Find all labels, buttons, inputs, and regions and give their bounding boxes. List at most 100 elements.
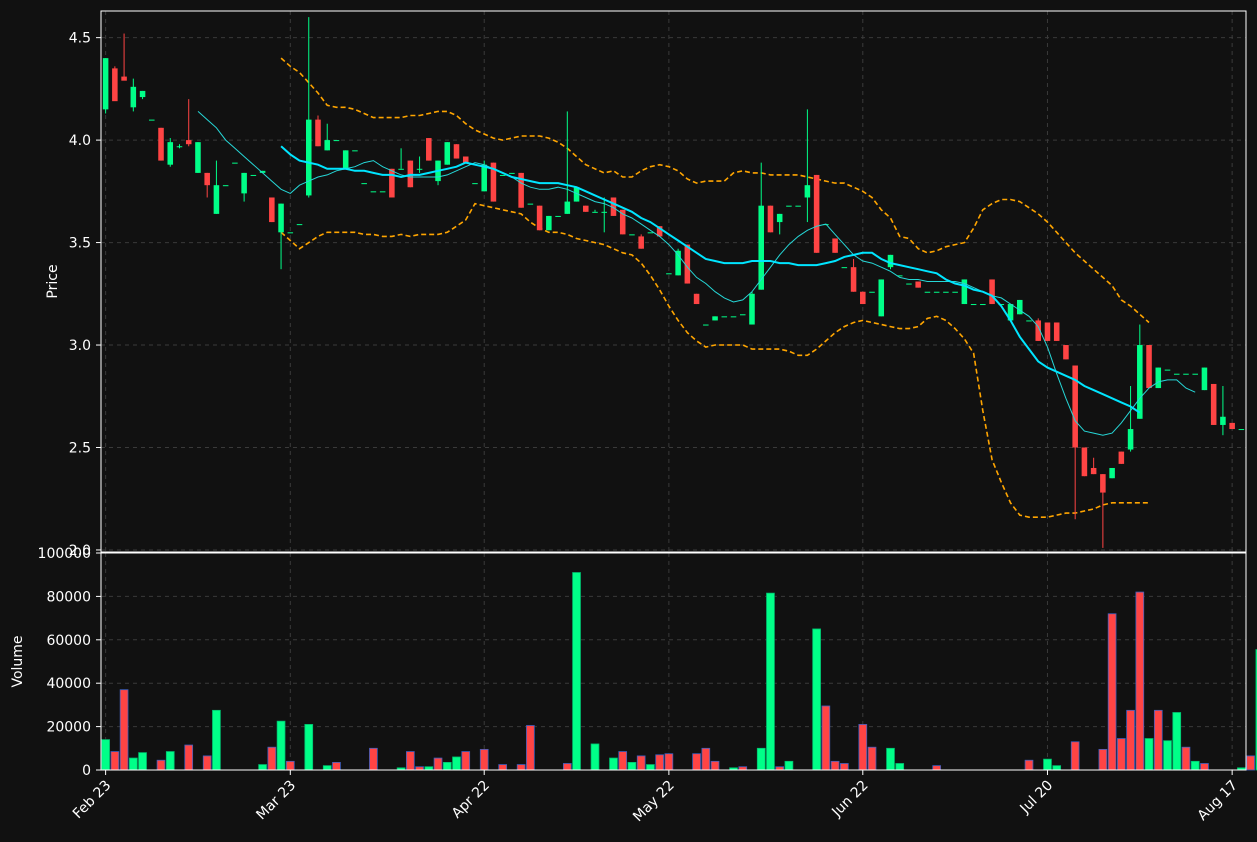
volume-bar: [128, 757, 138, 771]
volume-bar: [1043, 758, 1052, 771]
volume-bar: [886, 747, 895, 771]
volume-bar: [840, 763, 849, 771]
volume-bar: [636, 755, 646, 771]
volume-y-tick-label: 100000: [38, 546, 91, 562]
candle-body: [379, 191, 386, 193]
candle: [730, 316, 737, 318]
candle-body: [250, 174, 257, 176]
candle: [1155, 367, 1162, 389]
candle: [1081, 447, 1088, 477]
volume-bar: [1117, 738, 1126, 771]
candle: [315, 115, 321, 147]
candle-body: [933, 291, 940, 293]
candle-body: [1017, 299, 1023, 315]
candle: [1053, 322, 1060, 341]
candle: [1238, 429, 1245, 431]
candle: [703, 324, 709, 326]
candle: [980, 304, 986, 306]
volume-bar: [1172, 712, 1182, 771]
candle-body: [195, 142, 201, 173]
volume-bar: [498, 764, 507, 771]
volume-bar: [1126, 709, 1135, 771]
candle: [813, 174, 820, 253]
candle: [444, 142, 451, 165]
candle: [943, 291, 949, 293]
candle: [112, 66, 118, 102]
candle-body: [158, 127, 164, 161]
candle: [795, 205, 801, 207]
candle: [1146, 345, 1152, 389]
volume-bar: [267, 746, 277, 771]
volume-bar: [1052, 765, 1062, 771]
volume-bar: [516, 764, 526, 771]
candle: [379, 191, 386, 193]
candle: [1201, 367, 1208, 391]
candle-body: [730, 316, 737, 318]
volume-bar: [304, 724, 314, 771]
candle-body: [860, 291, 866, 305]
candle-body: [592, 211, 598, 213]
candle-body: [398, 168, 404, 170]
candle-body: [693, 293, 700, 305]
candle-body: [241, 172, 247, 194]
candle-body: [1201, 367, 1208, 391]
candle-body: [1220, 416, 1226, 425]
price-y-tick-label: 3.5: [69, 236, 91, 252]
candle-body: [980, 304, 986, 306]
candle: [389, 168, 395, 198]
candle-body: [832, 238, 838, 253]
candle-body: [444, 142, 451, 165]
candle: [352, 150, 358, 152]
candle-body: [1053, 322, 1060, 341]
candle-body: [813, 174, 820, 253]
volume-bar: [821, 705, 831, 771]
volume-bar: [627, 762, 637, 771]
candle: [555, 215, 561, 217]
volume-bar: [332, 762, 341, 771]
candle-body: [1072, 365, 1078, 448]
candle: [583, 205, 589, 212]
volume-bar: [1181, 746, 1191, 771]
candle-body: [232, 162, 238, 164]
candle-body: [315, 119, 321, 147]
candle-body: [102, 58, 109, 110]
volume-bar: [479, 748, 489, 771]
volume-bar: [1163, 740, 1172, 771]
candle: [841, 267, 848, 269]
volume-bar: [692, 753, 701, 771]
candle: [647, 232, 654, 234]
volume-bar: [830, 760, 840, 771]
candle-body: [970, 304, 977, 306]
volume-bar: [701, 747, 711, 771]
candle-body: [638, 236, 644, 249]
candle-body: [1137, 345, 1143, 419]
volume-bar: [784, 760, 794, 771]
candle-body: [869, 291, 875, 293]
candle: [195, 142, 201, 173]
candle-body: [943, 291, 949, 293]
candle-body: [1081, 447, 1088, 477]
candle-body: [906, 283, 912, 285]
candle: [158, 127, 164, 161]
volume-bar: [609, 757, 618, 771]
candle-body: [739, 314, 746, 316]
volume-bar: [138, 752, 147, 771]
volume-y-tick-label: 0: [82, 763, 91, 779]
candle: [712, 316, 718, 321]
candle-body: [1026, 320, 1032, 322]
volume-bar: [646, 764, 655, 771]
candle: [878, 279, 885, 317]
candle: [536, 205, 543, 231]
candle: [693, 293, 700, 305]
candle-body: [776, 213, 783, 223]
candle-body: [1146, 345, 1152, 389]
candle: [629, 234, 635, 236]
candle-body: [527, 203, 534, 205]
candle-body: [546, 215, 552, 231]
candle: [333, 140, 340, 142]
candle-body: [167, 142, 174, 165]
candle-body: [1164, 369, 1171, 371]
candle-body: [1118, 451, 1125, 464]
price-y-tick-label: 4.0: [69, 133, 91, 149]
candle: [546, 215, 552, 231]
